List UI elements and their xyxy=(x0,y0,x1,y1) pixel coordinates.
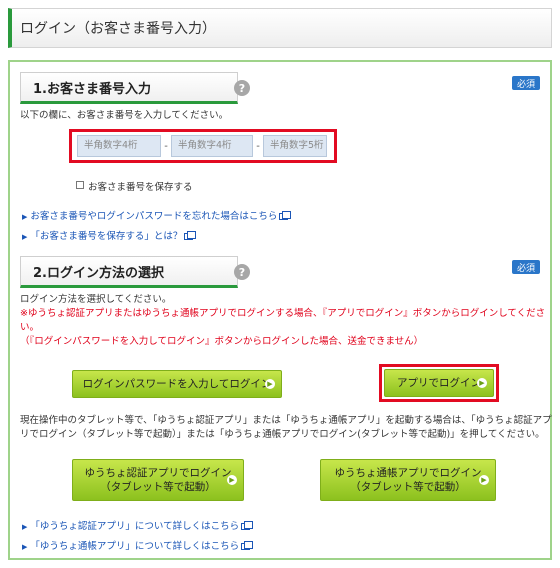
external-window-icon xyxy=(241,521,254,530)
arrow-right-icon: ▶ xyxy=(22,543,28,551)
external-window-icon xyxy=(241,541,254,550)
section1-help-icon[interactable]: ? xyxy=(234,80,250,96)
section1-heading: 1.お客さま番号入力 xyxy=(20,72,238,104)
section2-instruction: ログイン方法を選択してください。 xyxy=(20,294,172,305)
arrow-right-icon: ▶ xyxy=(227,475,237,485)
save-number-label: お客さま番号を保存する xyxy=(88,182,193,193)
auth-app-info-link[interactable]: ▶ 「ゆうちょ認証アプリ」について詳しくはこちら xyxy=(22,518,254,532)
arrow-right-icon: ▶ xyxy=(477,378,487,388)
app-login-warning-line1: ※ゆうちょ認証アプリまたはゆうちょ通帳アプリでログインする場合、『アプリでログイ… xyxy=(20,308,546,319)
arrow-right-icon: ▶ xyxy=(22,233,28,241)
save-number-info-link[interactable]: ▶ 「お客さま番号を保存する」とは？ xyxy=(22,228,197,242)
customer-number-field-1[interactable]: 半角数字4桁 xyxy=(77,135,161,157)
section1-instruction: 以下の欄に、お客さま番号を入力してください。 xyxy=(20,110,229,121)
save-number-checkbox[interactable] xyxy=(76,181,84,189)
customer-number-group: 半角数字4桁 - 半角数字4桁 - 半角数字5桁 xyxy=(69,129,337,163)
app-login-warning-line2: い。 xyxy=(20,322,40,333)
forgot-link[interactable]: ▶ お客さま番号やログインパスワードを忘れた場合はこちら xyxy=(22,208,292,222)
section1-required-badge: 必須 xyxy=(512,76,540,90)
app-login-button[interactable]: アプリでログイン ▶ xyxy=(384,369,494,397)
login-panel: 1.お客さま番号入力 ? 必須 以下の欄に、お客さま番号を入力してください。 半… xyxy=(8,60,552,560)
customer-number-field-3[interactable]: 半角数字5桁 xyxy=(263,135,327,157)
passbook-app-login-button[interactable]: ゆうちょ通帳アプリでログイン （タブレット等で起動） ▶ xyxy=(320,459,496,501)
separator: - xyxy=(164,140,168,152)
page-title-bar: ログイン（お客さま番号入力） xyxy=(8,8,552,48)
section2-help-icon[interactable]: ? xyxy=(234,264,250,280)
arrow-right-icon: ▶ xyxy=(22,523,28,531)
arrow-right-icon: ▶ xyxy=(479,475,489,485)
external-window-icon xyxy=(279,211,292,220)
section2-heading: 2.ログイン方法の選択 xyxy=(20,256,238,288)
app-login-warning-note: （『ログインパスワードを入力してログイン』ボタンからログインした場合、送金できま… xyxy=(20,336,424,347)
external-window-icon xyxy=(184,231,197,240)
password-login-button[interactable]: ログインパスワードを入力してログイン ▶ xyxy=(72,370,282,398)
passbook-app-info-link[interactable]: ▶ 「ゆうちょ通帳アプリ」について詳しくはこちら xyxy=(22,538,254,552)
arrow-right-icon: ▶ xyxy=(22,213,28,221)
separator: - xyxy=(256,140,260,152)
page-title: ログイン（お客さま番号入力） xyxy=(20,21,216,37)
arrow-right-icon: ▶ xyxy=(265,379,275,389)
auth-app-login-button[interactable]: ゆうちょ認証アプリでログイン （タブレット等で起動） ▶ xyxy=(72,459,244,501)
customer-number-field-2[interactable]: 半角数字4桁 xyxy=(171,135,253,157)
tablet-note-line1: 現在操作中のタブレット等で、「ゆうちょ認証アプリ」または「ゆうちょ通帳アプリ」を… xyxy=(20,415,552,426)
tablet-note-line2: リでログイン（タブレット等で起動）」または「ゆうちょ通帳アプリでログイン(タブレ… xyxy=(20,429,545,440)
section2-required-badge: 必須 xyxy=(512,260,540,274)
